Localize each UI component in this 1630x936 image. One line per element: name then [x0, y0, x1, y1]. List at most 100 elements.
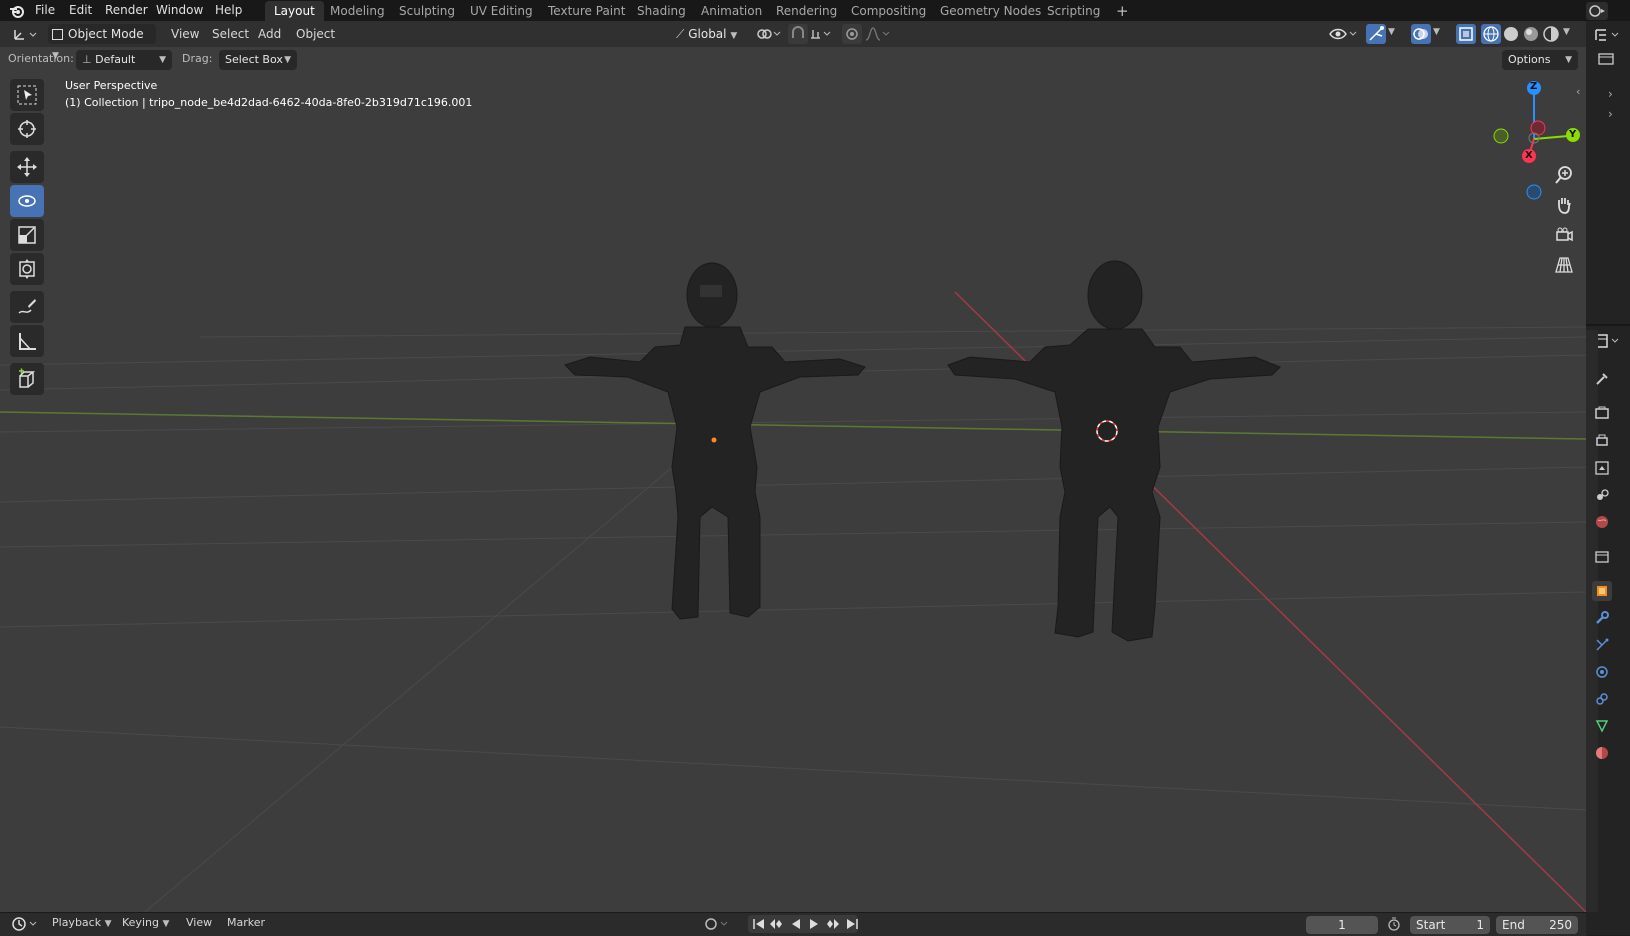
transform-tool[interactable] [10, 253, 44, 285]
menu-edit[interactable]: Edit [69, 0, 92, 21]
camera-icon [1556, 227, 1573, 242]
menu-add[interactable]: Add [258, 24, 281, 44]
object-properties-icon[interactable] [1592, 581, 1612, 601]
menu-marker[interactable]: Marker [227, 916, 265, 929]
tab-sculpting[interactable]: Sculpting [390, 1, 464, 21]
modifier-properties-icon[interactable] [1592, 608, 1612, 628]
perspective-toggle-button[interactable] [1551, 252, 1577, 278]
snap-toggle-icon[interactable] [788, 24, 808, 44]
sidebar-toggle-icon[interactable]: ‹ [1576, 85, 1580, 98]
tab-rendering[interactable]: Rendering [767, 1, 846, 21]
collection-properties-icon[interactable] [1592, 546, 1612, 566]
menu-keying[interactable]: Keying ▼ [122, 916, 169, 929]
mode-dropdown[interactable]: Object Mode ▼ [48, 24, 156, 61]
menu-object[interactable]: Object [296, 24, 335, 44]
tab-compositing[interactable]: Compositing [842, 1, 935, 21]
menu-file[interactable]: File [35, 0, 55, 21]
zoom-icon [1555, 166, 1572, 184]
top-menu-bar: File Edit Render Window Help Layout Mode… [0, 0, 1630, 21]
particles-properties-icon[interactable] [1592, 635, 1612, 655]
tab-modeling[interactable]: Modeling [321, 1, 394, 21]
move-tool[interactable] [10, 151, 44, 183]
tab-scripting[interactable]: Scripting [1038, 1, 1109, 21]
view-layer-properties-icon[interactable] [1592, 458, 1612, 478]
tab-layout[interactable]: Layout [265, 1, 324, 21]
falloff-icon[interactable] [864, 26, 892, 45]
camera-view-button[interactable] [1551, 222, 1577, 248]
jump-keyframe-back-icon[interactable] [768, 917, 786, 934]
measure-tool[interactable] [10, 325, 44, 357]
tool-properties-icon[interactable] [1592, 369, 1612, 389]
constraints-properties-icon[interactable] [1592, 689, 1612, 709]
outliner-editor-type-icon[interactable] [1590, 25, 1626, 45]
overlays-toggle-icon[interactable] [1411, 24, 1431, 44]
pan-button[interactable] [1551, 192, 1577, 218]
xray-toggle-icon[interactable] [1456, 24, 1476, 44]
y-axis-line [0, 411, 1586, 440]
orientation-dropdown[interactable]: ⊥ Default ▼ [76, 50, 172, 70]
cursor-tool[interactable] [10, 113, 44, 145]
rotate-tool[interactable] [10, 185, 44, 217]
editor-type-button[interactable] [10, 24, 40, 44]
end-frame-field[interactable]: End 250 [1496, 916, 1578, 934]
add-workspace-button[interactable]: + [1107, 1, 1138, 21]
pivot-point-icon[interactable] [756, 26, 784, 45]
blender-logo-icon[interactable] [8, 2, 26, 20]
menu-window[interactable]: Window [156, 0, 203, 21]
data-properties-icon[interactable] [1592, 716, 1612, 736]
tab-animation[interactable]: Animation [692, 1, 771, 21]
menu-view[interactable]: View [171, 24, 199, 44]
chevron-down-icon: ▼ [159, 55, 166, 65]
select-box-tool[interactable] [10, 79, 44, 111]
gizmo-toggle-icon[interactable] [1366, 24, 1386, 44]
world-properties-icon[interactable] [1592, 512, 1612, 532]
scene-icon[interactable] [1586, 2, 1608, 20]
options-dropdown[interactable]: Options ▼ [1502, 50, 1578, 70]
3d-viewport[interactable]: User Perspective (1) Collection | tripo_… [0, 47, 1586, 912]
physics-properties-icon[interactable] [1592, 662, 1612, 682]
wireframe-shading-icon[interactable] [1481, 24, 1501, 44]
material-properties-icon[interactable] [1592, 743, 1612, 763]
chevron-right-icon[interactable]: › [1608, 87, 1613, 101]
tab-texture-paint[interactable]: Texture Paint [539, 1, 634, 21]
menu-render[interactable]: Render [105, 0, 148, 21]
tab-uv-editing[interactable]: UV Editing [461, 1, 542, 21]
menu-help[interactable]: Help [215, 0, 242, 21]
snap-target-icon[interactable] [808, 26, 836, 45]
auto-keying-icon[interactable] [703, 916, 733, 935]
transform-orientation-dropdown[interactable]: ⟋ Global ▼ [670, 24, 746, 44]
proportional-edit-icon[interactable] [842, 24, 862, 44]
chevron-down-icon[interactable]: ▼ [1388, 27, 1395, 37]
output-properties-icon[interactable] [1592, 430, 1612, 450]
visibility-icon[interactable] [1328, 24, 1358, 47]
add-cube-tool[interactable] [10, 363, 44, 395]
scene-properties-icon[interactable] [1592, 485, 1612, 505]
zoom-button[interactable] [1551, 162, 1577, 188]
scale-tool[interactable] [10, 219, 44, 251]
chevron-down-icon[interactable]: ▼ [1433, 27, 1440, 37]
annotate-tool[interactable] [10, 291, 44, 323]
tab-shading[interactable]: Shading [628, 1, 695, 21]
timeline-editor-type-icon[interactable] [10, 915, 40, 936]
start-frame-field[interactable]: Start 1 [1410, 916, 1490, 934]
chevron-down-icon: ▼ [104, 919, 112, 929]
outliner-filter-icon[interactable] [1596, 51, 1616, 70]
chevron-down-icon[interactable]: ▼ [1563, 27, 1570, 37]
menu-timeline-view[interactable]: View [186, 916, 212, 929]
preview-range-icon[interactable] [1386, 916, 1402, 935]
material-shading-icon[interactable] [1521, 24, 1541, 44]
chevron-right-icon[interactable]: › [1608, 107, 1613, 121]
tab-geometry-nodes[interactable]: Geometry Nodes [931, 1, 1050, 21]
jump-start-icon[interactable] [752, 917, 766, 934]
rendered-shading-icon[interactable] [1541, 24, 1561, 44]
play-reverse-icon[interactable] [789, 917, 803, 934]
menu-playback[interactable]: Playback ▼ [52, 916, 112, 929]
jump-end-icon[interactable] [845, 917, 859, 934]
play-icon[interactable] [807, 917, 821, 934]
solid-shading-icon[interactable] [1501, 24, 1521, 44]
drag-dropdown[interactable]: Select Box ▼ [219, 50, 297, 70]
render-properties-icon[interactable] [1592, 403, 1612, 423]
jump-keyframe-forward-icon[interactable] [823, 917, 841, 934]
current-frame-field[interactable]: 1 [1306, 916, 1378, 934]
menu-select[interactable]: Select [212, 24, 249, 44]
